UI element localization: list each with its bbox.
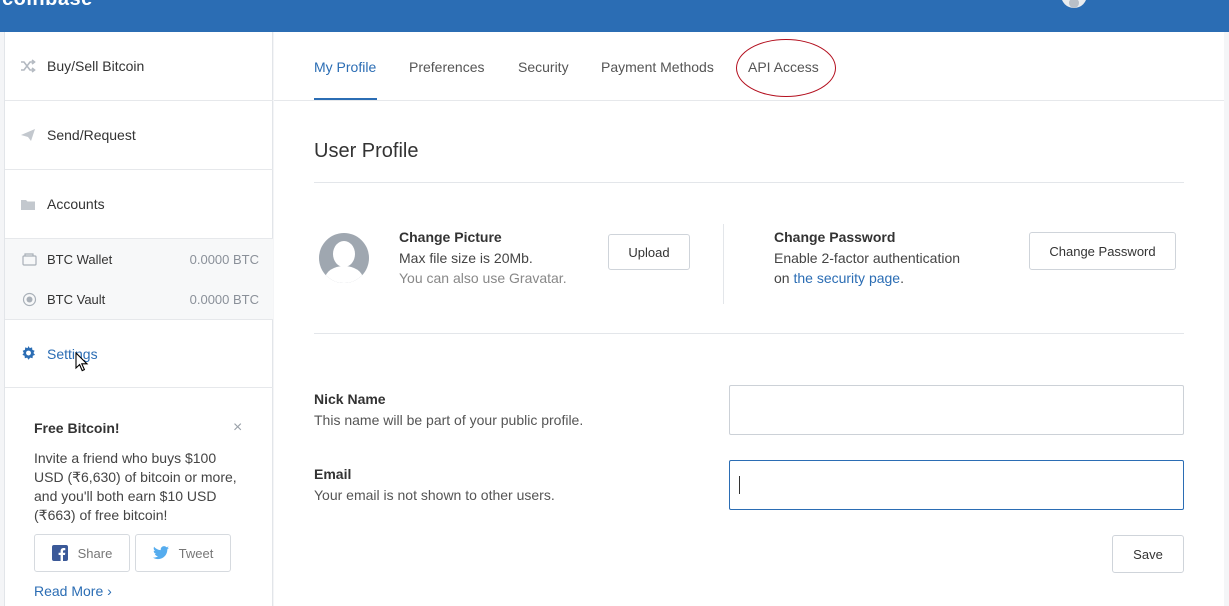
tab-security[interactable]: Security <box>518 59 569 75</box>
promo-text: Invite a friend who buys $100 USD (₹6,63… <box>34 450 237 523</box>
save-button[interactable]: Save <box>1112 535 1184 573</box>
email-help: Your email is not shown to other users. <box>314 487 555 503</box>
active-tab-indicator <box>314 98 377 100</box>
gravatar-text: You can also use Gravatar. <box>399 270 567 286</box>
nickname-help: This name will be part of your public pr… <box>314 412 584 428</box>
twitter-tweet-button[interactable]: Tweet <box>135 534 231 572</box>
security-page-suffix: . <box>900 270 904 286</box>
nickname-input[interactable] <box>729 385 1184 435</box>
tab-preferences[interactable]: Preferences <box>409 59 484 75</box>
upload-button[interactable]: Upload <box>608 234 690 270</box>
wallet-name: BTC Vault <box>47 291 106 307</box>
change-password-button[interactable]: Change Password <box>1029 232 1176 270</box>
email-input[interactable] <box>729 460 1184 510</box>
sidebar-item-settings[interactable]: Settings <box>5 320 273 388</box>
sidebar-item-label: Settings <box>47 345 98 362</box>
paper-plane-icon <box>19 126 37 144</box>
nickname-label: Nick Name <box>314 391 386 407</box>
sidebar-item-send-request[interactable]: Send/Request <box>5 101 273 170</box>
email-label: Email <box>314 466 352 482</box>
wallet-balance: 0.0000 BTC <box>189 251 259 267</box>
vault-icon <box>21 292 37 306</box>
tab-my-profile[interactable]: My Profile <box>314 59 376 75</box>
read-more-link[interactable]: Read More › <box>34 583 112 599</box>
main-content: My Profile Preferences Security Payment … <box>274 32 1224 606</box>
profile-picture-placeholder <box>319 233 369 283</box>
wallet-list: BTC Wallet 0.0000 BTC BTC Vault 0.0000 B… <box>5 239 273 320</box>
share-label: Share <box>77 545 113 561</box>
shuffle-icon <box>19 57 37 75</box>
max-file-size-text: Max file size is 20Mb. <box>399 250 533 266</box>
wallet-icon <box>21 252 37 266</box>
wallet-row-btc-vault[interactable]: BTC Vault 0.0000 BTC <box>5 279 273 319</box>
twitter-bird-icon <box>152 545 169 561</box>
promo-title: Free Bitcoin! <box>34 420 120 436</box>
tweet-label: Tweet <box>178 545 214 561</box>
security-page-link[interactable]: the security page <box>793 270 900 286</box>
facebook-share-button[interactable]: Share <box>34 534 130 572</box>
text-caret <box>739 476 740 494</box>
sidebar-item-label: Accounts <box>47 196 105 212</box>
tab-payment-methods[interactable]: Payment Methods <box>601 59 714 75</box>
divider <box>314 333 1184 334</box>
sidebar: Buy/Sell Bitcoin Send/Request Accounts B… <box>4 32 273 606</box>
wallet-name: BTC Wallet <box>47 251 113 267</box>
annotation-circle <box>736 39 836 97</box>
vertical-divider <box>723 224 724 304</box>
folder-icon <box>19 195 37 213</box>
facebook-icon <box>51 545 68 561</box>
change-picture-title: Change Picture <box>399 229 502 245</box>
sidebar-item-label: Buy/Sell Bitcoin <box>47 58 145 74</box>
top-bar: coinbase <box>0 0 1229 32</box>
security-page-prefix: on <box>774 270 794 286</box>
sidebar-item-accounts[interactable]: Accounts <box>5 170 273 239</box>
settings-tabs: My Profile Preferences Security Payment … <box>274 32 1224 101</box>
page-title: User Profile <box>314 140 419 162</box>
wallet-row-btc-wallet[interactable]: BTC Wallet 0.0000 BTC <box>5 239 273 279</box>
change-password-title: Change Password <box>774 229 896 245</box>
promo-card: Free Bitcoin! × Invite a friend who buys… <box>34 420 249 525</box>
avatar-head <box>333 241 355 267</box>
gear-icon <box>19 345 37 363</box>
brand-logo[interactable]: coinbase <box>2 0 93 11</box>
divider <box>314 182 1184 183</box>
security-page-text: on the security page. <box>774 270 904 286</box>
avatar-shoulders <box>325 266 363 283</box>
two-factor-text: Enable 2-factor authentication <box>774 250 961 266</box>
sidebar-item-buy-sell[interactable]: Buy/Sell Bitcoin <box>5 32 273 101</box>
close-icon[interactable]: × <box>233 420 242 436</box>
sidebar-item-label: Send/Request <box>47 127 136 143</box>
user-avatar[interactable] <box>1061 0 1087 8</box>
wallet-balance: 0.0000 BTC <box>189 291 259 307</box>
